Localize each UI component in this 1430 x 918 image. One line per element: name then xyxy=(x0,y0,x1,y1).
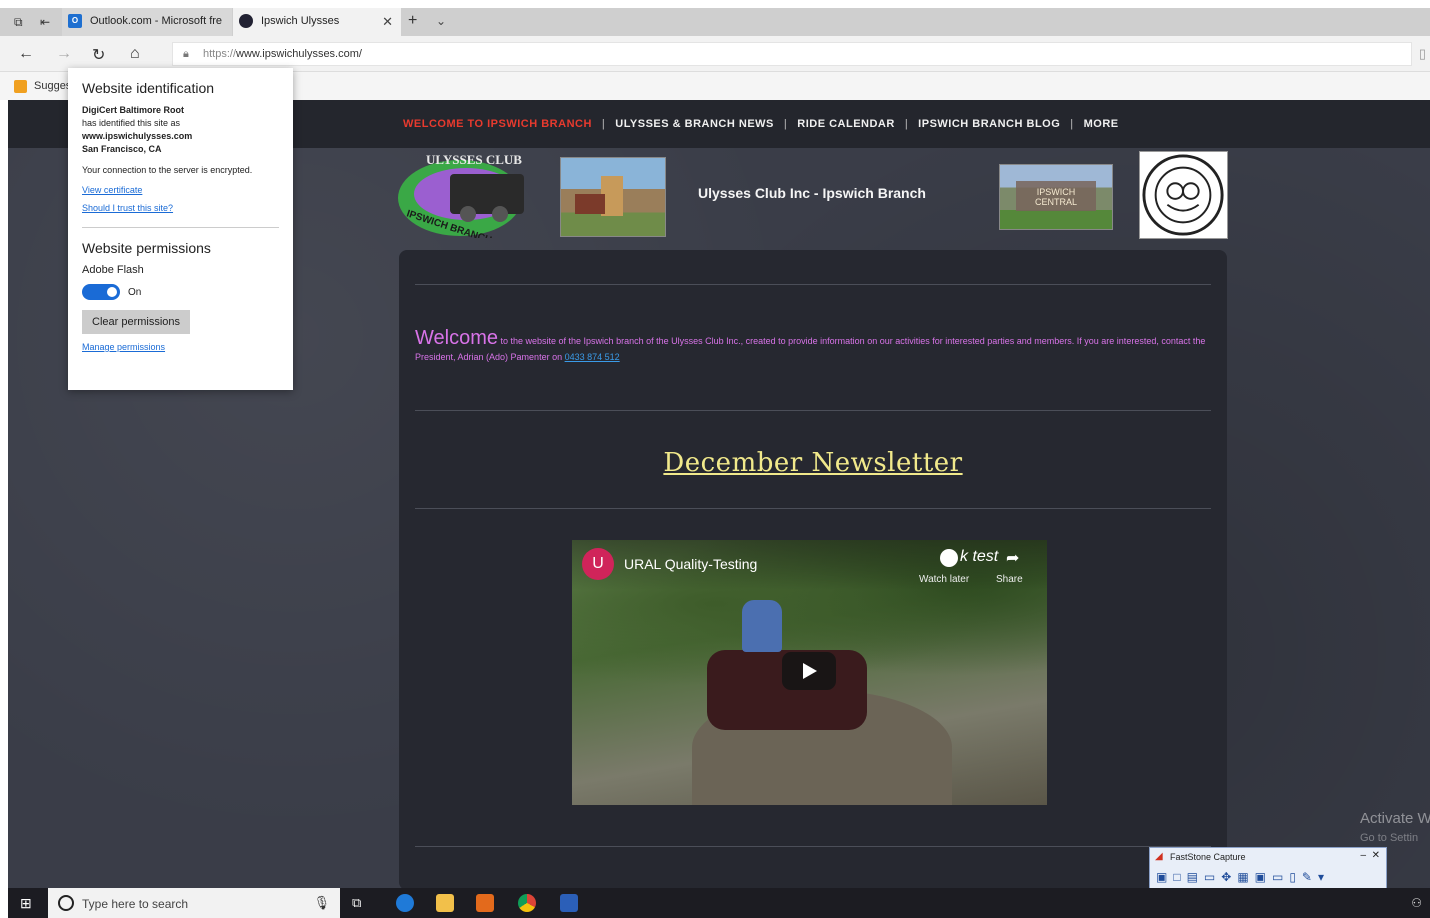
tab-actions-icon[interactable]: ⧉ xyxy=(14,15,23,29)
identified-line: has identified this site as xyxy=(82,118,181,128)
video-overlay-text: k test xyxy=(960,548,999,565)
watch-later-label[interactable]: Watch later xyxy=(919,574,969,585)
popup-divider xyxy=(82,227,279,228)
video-title[interactable]: URAL Quality-Testing xyxy=(624,556,757,572)
nav-news[interactable]: ULYSSES & BRANCH NEWS xyxy=(615,118,774,130)
faststone-capture-toolbar: ◢ FastStone Capture – ✕ ▣□▤▭✥▦▣▭▯✎▾ xyxy=(1149,847,1387,889)
edge-icon[interactable] xyxy=(396,894,414,912)
new-tab-icon[interactable]: + xyxy=(408,12,417,30)
close-tab-icon[interactable]: ✕ xyxy=(382,14,393,30)
adobe-flash-label: Adobe Flash xyxy=(82,264,144,276)
site-title: Ulysses Club Inc - Ipswich Branch xyxy=(698,185,926,201)
content-panel: Welcome to the website of the Ipswich br… xyxy=(399,250,1227,890)
play-button[interactable] xyxy=(782,652,836,690)
divider xyxy=(415,508,1211,509)
set-aside-tabs-icon[interactable]: ⇤ xyxy=(40,15,50,29)
phone-link[interactable]: 0433 874 512 xyxy=(565,352,620,362)
header-photo-mine xyxy=(560,157,666,237)
nav-welcome[interactable]: WELCOME TO IPSWICH BRANCH xyxy=(403,118,592,130)
ulysses-club-badge xyxy=(1139,151,1228,239)
faststone-title: FastStone Capture xyxy=(1170,852,1246,862)
share-icon[interactable]: ➦ xyxy=(1006,548,1019,568)
activate-windows-watermark: Activate W xyxy=(1360,810,1430,827)
tab-label: Ipswich Ulysses xyxy=(261,15,340,27)
windows-start-icon[interactable]: ⊞ xyxy=(20,895,32,912)
people-icon[interactable]: ⚇ xyxy=(1411,896,1422,910)
search-placeholder: Type here to search xyxy=(82,897,189,911)
tab-preview-chevron-icon[interactable]: ⌄ xyxy=(436,14,446,28)
divider xyxy=(415,284,1211,285)
lock-icon[interactable]: 🔒︎ xyxy=(183,48,189,61)
outlook-icon: O xyxy=(68,14,82,28)
tab-outlook[interactable]: O Outlook.com - Microsoft fre xyxy=(62,8,232,36)
faststone-window-controls[interactable]: – ✕ xyxy=(1361,850,1381,861)
nav-separator: | xyxy=(601,118,606,130)
divider xyxy=(415,410,1211,411)
tab-ipswich-ulysses[interactable]: Ipswich Ulysses ✕ xyxy=(233,8,401,36)
windows-taskbar: ⊞ Type here to search 🎙︎ ⧉ ⚇ xyxy=(8,888,1430,918)
welcome-lead: Welcome xyxy=(415,327,498,349)
channel-avatar[interactable]: U xyxy=(582,548,614,580)
divider xyxy=(415,846,1211,847)
media-player-icon[interactable] xyxy=(476,894,494,912)
ulysses-ipswich-logo: ULYSSES CLUB IPSWICH BRANCH xyxy=(398,152,524,238)
reading-view-icon[interactable]: ▯ xyxy=(1419,46,1426,62)
url-field[interactable]: 🔒︎ https://www.ipswichulysses.com/ xyxy=(172,42,1412,66)
faststone-logo-icon: ◢ xyxy=(1155,851,1163,862)
nav-separator: | xyxy=(904,118,909,130)
manage-permissions-link[interactable]: Manage permissions xyxy=(82,342,279,352)
december-newsletter-link[interactable]: December Newsletter xyxy=(399,448,1227,478)
encryption-note: Your connection to the server is encrypt… xyxy=(82,165,253,175)
trust-site-link[interactable]: Should I trust this site? xyxy=(82,203,279,213)
welcome-text: Welcome to the website of the Ipswich br… xyxy=(415,327,1211,365)
task-view-icon[interactable]: ⧉ xyxy=(352,895,370,913)
site-nav: WELCOME TO IPSWICH BRANCH | ULYSSES & BRAN… xyxy=(403,118,1129,130)
popup-title: Website identification xyxy=(82,80,215,96)
file-explorer-icon[interactable] xyxy=(436,894,454,912)
site-domain: www.ipswichulysses.com xyxy=(82,131,193,141)
nav-more[interactable]: MORE xyxy=(1084,118,1119,130)
forward-icon[interactable]: → xyxy=(56,45,72,63)
bing-icon xyxy=(14,80,27,93)
sign-shape xyxy=(575,194,605,214)
url-text: www.ipswichulysses.com/ xyxy=(236,48,362,60)
taskbar-search[interactable]: Type here to search 🎙︎ xyxy=(48,888,340,918)
nav-branch-blog[interactable]: IPSWICH BRANCH BLOG xyxy=(918,118,1060,130)
header-photo-sign: IPSWICH CENTRAL xyxy=(999,164,1113,230)
tab-label: Outlook.com - Microsoft fre xyxy=(90,15,223,27)
back-icon[interactable]: ← xyxy=(18,45,34,63)
cert-issuer: DigiCert Baltimore Root xyxy=(82,105,185,115)
clear-permissions-button[interactable]: Clear permissions xyxy=(82,310,191,334)
welcome-body: to the website of the Ipswich branch of … xyxy=(415,336,1206,362)
ipswich-central-sign: IPSWICH CENTRAL xyxy=(1016,181,1096,211)
site-location: San Francisco, CA xyxy=(82,144,162,154)
site-identity-popup: Website identification DigiCert Baltimor… xyxy=(68,68,293,390)
nav-separator: | xyxy=(1070,118,1074,130)
microphone-icon[interactable]: 🎙︎ xyxy=(313,895,330,911)
activate-windows-subtext: Go to Settin xyxy=(1360,832,1419,844)
favorite-suggested-sites[interactable]: Sugges xyxy=(14,80,72,93)
chrome-icon[interactable] xyxy=(518,894,536,912)
url-protocol: https:// xyxy=(203,48,237,60)
view-certificate-link[interactable]: View certificate xyxy=(82,185,279,195)
logo-top-text: ULYSSES CLUB xyxy=(426,152,522,167)
flash-toggle[interactable] xyxy=(82,284,120,300)
watch-later-icon[interactable] xyxy=(940,549,958,567)
permissions-title: Website permissions xyxy=(82,240,211,256)
home-icon[interactable]: ⌂ xyxy=(130,45,140,63)
favorite-label: Sugges xyxy=(34,80,72,92)
address-bar-row: ← → ↻ ⌂ 🔒︎ https://www.ipswichulysses.co… xyxy=(0,36,1430,72)
toggle-state-label: On xyxy=(128,286,142,298)
video-embed[interactable]: U URAL Quality-Testing k test ➦ Watch la… xyxy=(572,540,1047,805)
share-label[interactable]: Share xyxy=(996,574,1023,585)
word-icon[interactable] xyxy=(560,894,578,912)
cortana-icon xyxy=(58,895,74,911)
nav-ride-calendar[interactable]: RIDE CALENDAR xyxy=(797,118,895,130)
refresh-icon[interactable]: ↻ xyxy=(92,45,105,65)
tab-bar: ⧉ ⇤ O Outlook.com - Microsoft fre Ipswic… xyxy=(0,8,1430,36)
capture-tool-icons[interactable]: ▣□▤▭✥▦▣▭▯✎▾ xyxy=(1156,870,1330,884)
video-rider xyxy=(742,600,782,652)
site-favicon-icon xyxy=(239,14,253,28)
nav-separator: | xyxy=(783,118,788,130)
